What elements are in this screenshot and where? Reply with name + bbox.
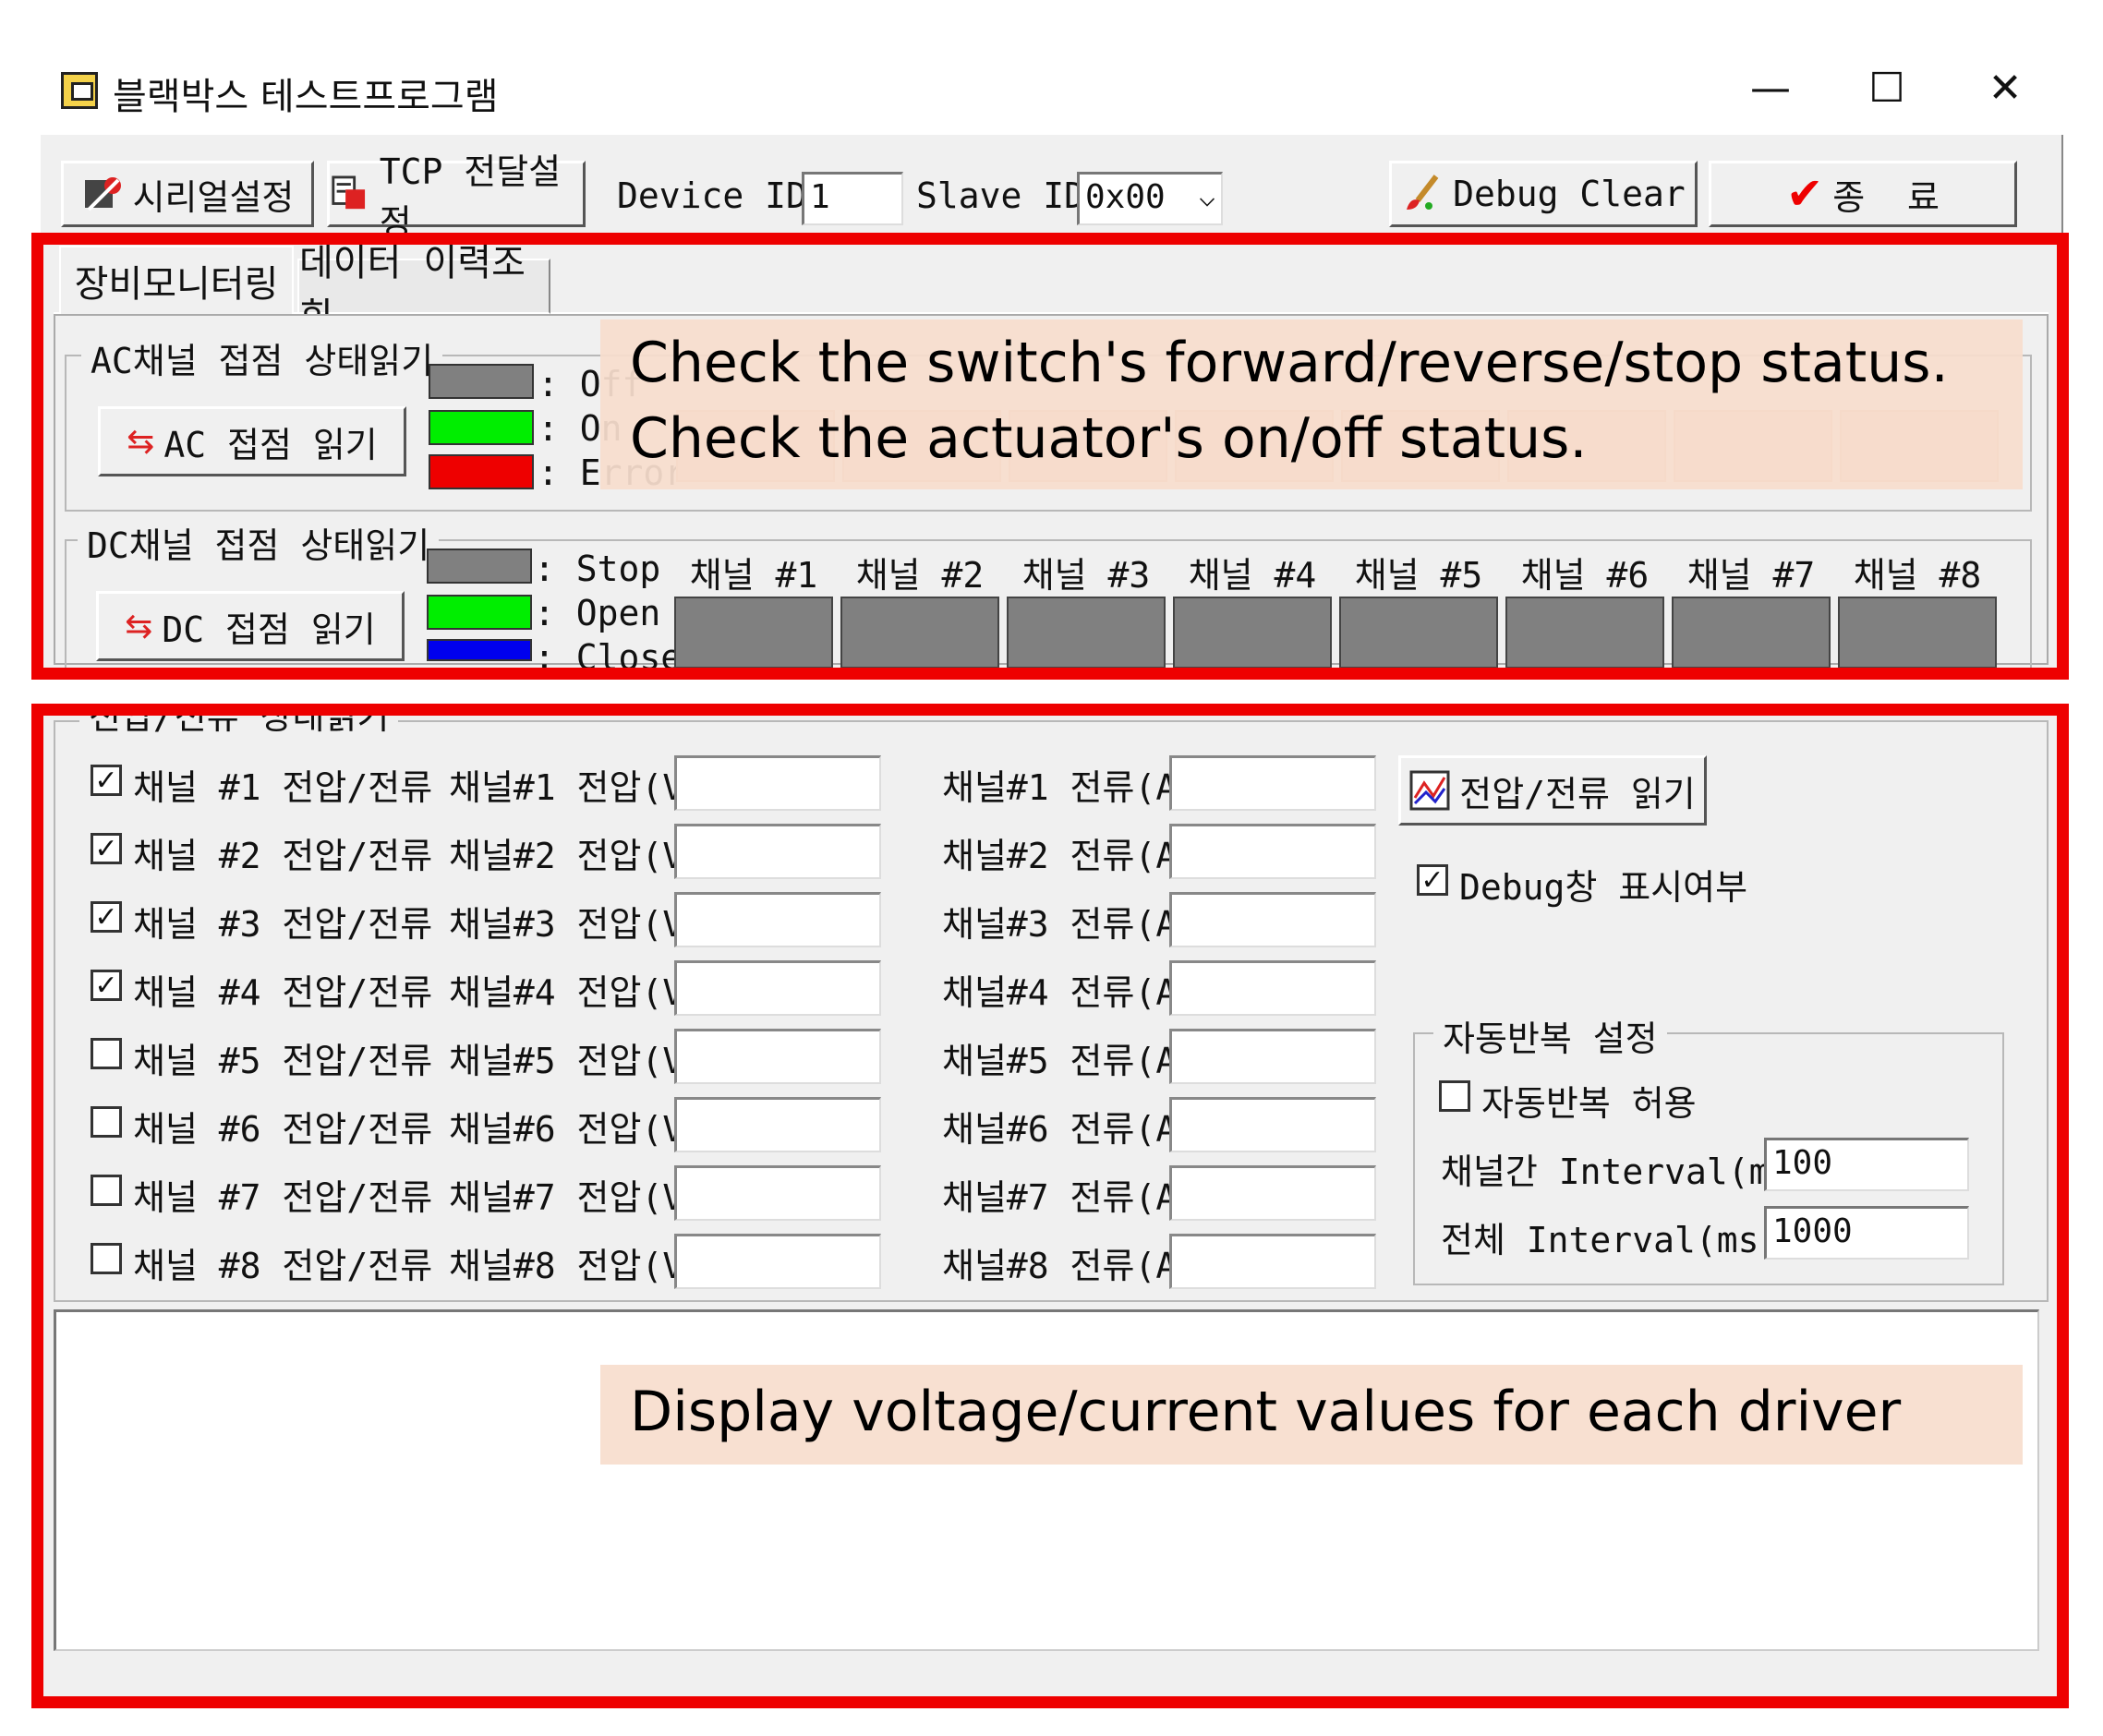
serial-tools-icon: [84, 177, 121, 211]
window-title: 블랙박스 테스트프로그램: [113, 76, 499, 118]
checkmark-icon: ✔: [1786, 168, 1824, 220]
tcp-settings-label: TCP 전달설정: [379, 151, 562, 243]
minimize-icon[interactable]: —: [1738, 61, 1803, 116]
maximize-icon[interactable]: ☐: [1855, 61, 1919, 116]
network-icon: [332, 175, 366, 210]
close-icon[interactable]: ✕: [1973, 61, 2037, 116]
exit-button[interactable]: ✔ 종 료: [1709, 161, 2017, 227]
serial-settings-button[interactable]: 시리얼설정: [61, 161, 314, 227]
debug-clear-button[interactable]: Debug Clear: [1389, 161, 1698, 227]
highlight-frame-contact-status: [31, 233, 2069, 680]
chevron-down-icon[interactable]: ⌵: [1199, 175, 1215, 221]
serial-settings-label: 시리얼설정: [132, 176, 295, 218]
highlight-frame-voltage-current: [31, 704, 2069, 1708]
exit-label: 종 료: [1832, 176, 1940, 218]
app-icon: [61, 72, 98, 109]
brush-icon: [1407, 175, 1439, 210]
slave-id-value: 0x00: [1085, 178, 1166, 216]
debug-clear-label: Debug Clear: [1453, 174, 1686, 214]
tcp-settings-button[interactable]: TCP 전달설정: [327, 151, 586, 243]
slave-id-select[interactable]: 0x00 ⌵: [1077, 172, 1223, 225]
device-id-input[interactable]: 1: [802, 172, 903, 225]
